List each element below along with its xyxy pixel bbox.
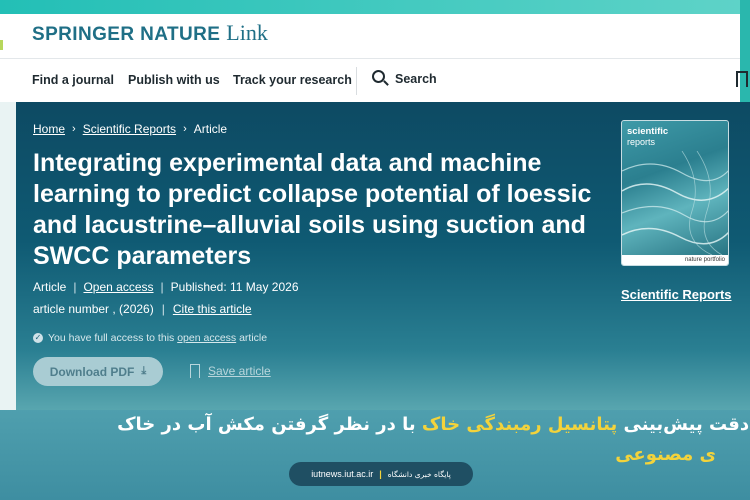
banner-headline-line2: ی مصنوعی	[615, 444, 716, 465]
cover-title: scientific	[627, 126, 669, 137]
breadcrumb: Home › Scientific Reports › Article	[33, 122, 227, 136]
journal-name-link[interactable]: Scientific Reports	[621, 287, 732, 302]
nav-find-journal[interactable]: Find a journal	[32, 73, 114, 87]
headline-part-end: با در نظر گرفتن مکش آب در خاک	[117, 414, 416, 435]
springer-nature-logo[interactable]: SPRINGER NATURE Link	[32, 20, 268, 48]
news-overlay-banner: ای دقت پیش‌بینی پتانسیل رمبندگی خاک با د…	[0, 410, 750, 500]
download-icon: ⤓	[141, 365, 147, 377]
check-circle-icon: ✓	[33, 333, 43, 343]
access-note-text: You have full access to this	[48, 332, 175, 344]
save-article-label: Save article	[208, 364, 271, 378]
nav-track-research[interactable]: Track your research	[233, 73, 352, 87]
article-citation-row: article number , (2026) | Cite this arti…	[33, 302, 252, 316]
site-header: SPRINGER NATURE Link Find a journal Publ…	[0, 14, 748, 102]
cite-article-link[interactable]: Cite this article	[173, 302, 252, 316]
chevron-right-icon: ›	[72, 123, 76, 135]
open-access-link[interactable]: Open access	[83, 280, 153, 294]
article-type: Article	[33, 280, 67, 294]
brand-main-text: SPRINGER NATURE	[32, 24, 221, 45]
main-nav: Find a journal Publish with us Track you…	[0, 58, 748, 102]
access-note: ✓ You have full access to this open acce…	[33, 332, 267, 344]
article-hero: Home › Scientific Reports › Article Inte…	[16, 102, 750, 412]
access-note-suffix: article	[239, 332, 268, 344]
breadcrumb-home[interactable]: Home	[33, 122, 65, 136]
download-pdf-button[interactable]: Download PDF ⤓	[33, 357, 163, 386]
search-label: Search	[395, 71, 437, 86]
nav-publish-with-us[interactable]: Publish with us	[128, 73, 220, 87]
bookmark-icon	[190, 364, 200, 378]
search-button[interactable]: Search	[372, 70, 437, 87]
access-note-link[interactable]: open access	[177, 332, 236, 344]
headline-part-start: ای دقت پیش‌بینی	[623, 414, 750, 435]
download-pdf-label: Download PDF	[49, 364, 135, 379]
cover-subtitle: reports	[627, 137, 656, 147]
breadcrumb-current: Article	[193, 122, 228, 136]
article-number: article number , (2026)	[33, 302, 154, 316]
banner-headline-line1: ای دقت پیش‌بینی پتانسیل رمبندگی خاک با د…	[117, 414, 750, 435]
article-meta: Article | Open access | Published: 11 Ma…	[33, 280, 299, 294]
news-label: پایگاه خبری دانشگاه	[387, 469, 451, 479]
chevron-right-icon: ›	[183, 123, 187, 135]
cover-wave-image	[622, 151, 728, 255]
brand-link-text: Link	[226, 20, 268, 45]
bookmark-icon[interactable]	[736, 71, 748, 87]
news-url: iutnews.iut.ac.ir	[311, 469, 374, 479]
search-icon	[372, 70, 389, 87]
nav-divider	[356, 67, 357, 95]
news-source-badge: iutnews.iut.ac.ir | پایگاه خبری دانشگاه	[289, 462, 473, 486]
cover-footer: nature portfolio	[622, 255, 728, 265]
edge-marker	[0, 40, 3, 50]
top-accent-strip	[0, 0, 750, 14]
save-article-button[interactable]: Save article	[190, 364, 271, 378]
headline-highlight: پتانسیل رمبندگی خاک	[421, 414, 618, 435]
cover-footer-text: nature portfolio	[684, 257, 725, 263]
journal-cover[interactable]: scientific reports nature portfolio	[621, 120, 729, 266]
published-date: Published: 11 May 2026	[170, 280, 299, 294]
breadcrumb-journal[interactable]: Scientific Reports	[83, 122, 176, 136]
article-title: Integrating experimental data and machin…	[33, 149, 592, 270]
